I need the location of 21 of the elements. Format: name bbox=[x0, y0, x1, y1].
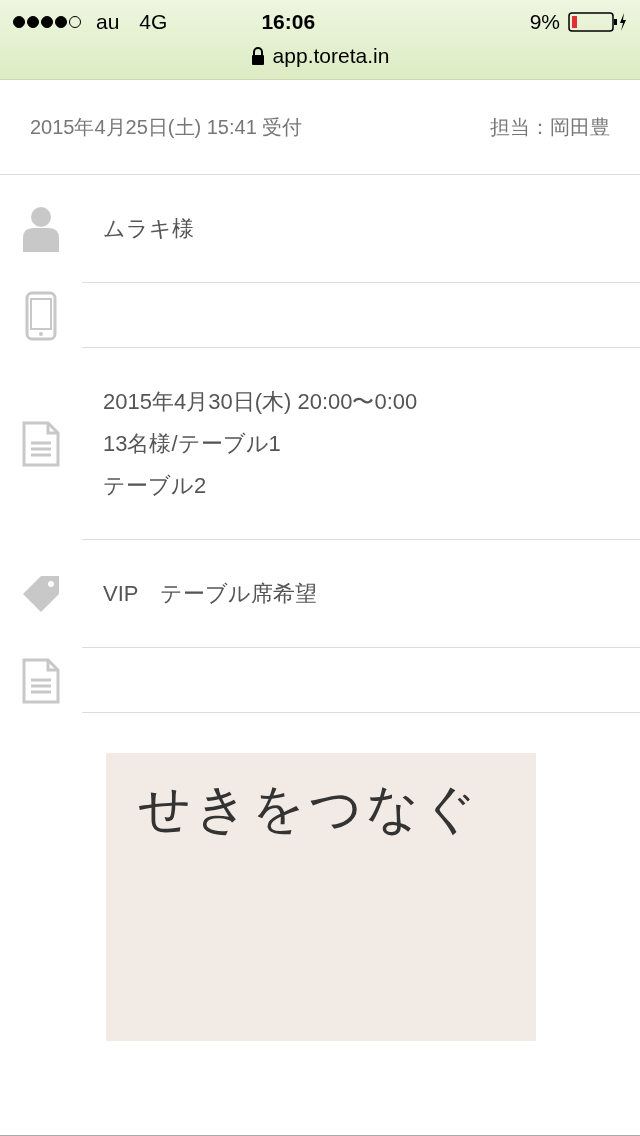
signal-icon bbox=[12, 15, 84, 29]
person-icon bbox=[21, 206, 61, 252]
battery-icon bbox=[568, 11, 628, 33]
phone-icon bbox=[25, 290, 57, 341]
document-icon bbox=[22, 657, 60, 704]
battery-percent: 9% bbox=[529, 9, 560, 36]
staff-name: 担当：岡田豊 bbox=[490, 115, 610, 140]
carrier-name: au bbox=[96, 9, 120, 36]
document-icon bbox=[22, 421, 60, 467]
tag-icon bbox=[21, 574, 61, 614]
detail-text: 13名様/テーブル1 bbox=[103, 429, 282, 458]
clock-time: 16:06 bbox=[261, 9, 316, 36]
detail-text: 2015年4月30日(木) 20:00〜0:00 bbox=[103, 387, 419, 416]
url-text: app.toreta.in bbox=[272, 43, 390, 69]
detail-text: テーブル2 bbox=[103, 471, 208, 500]
lock-icon bbox=[250, 46, 265, 65]
network-type: 4G bbox=[139, 9, 168, 36]
received-date: 2015年4月25日(土) 15:41 受付 bbox=[30, 115, 303, 140]
handwritten-note: せきをつなぐ bbox=[138, 778, 480, 838]
detail-text: VIP テーブル席希望 bbox=[103, 579, 319, 608]
detail-text: ムラキ様 bbox=[103, 214, 195, 243]
